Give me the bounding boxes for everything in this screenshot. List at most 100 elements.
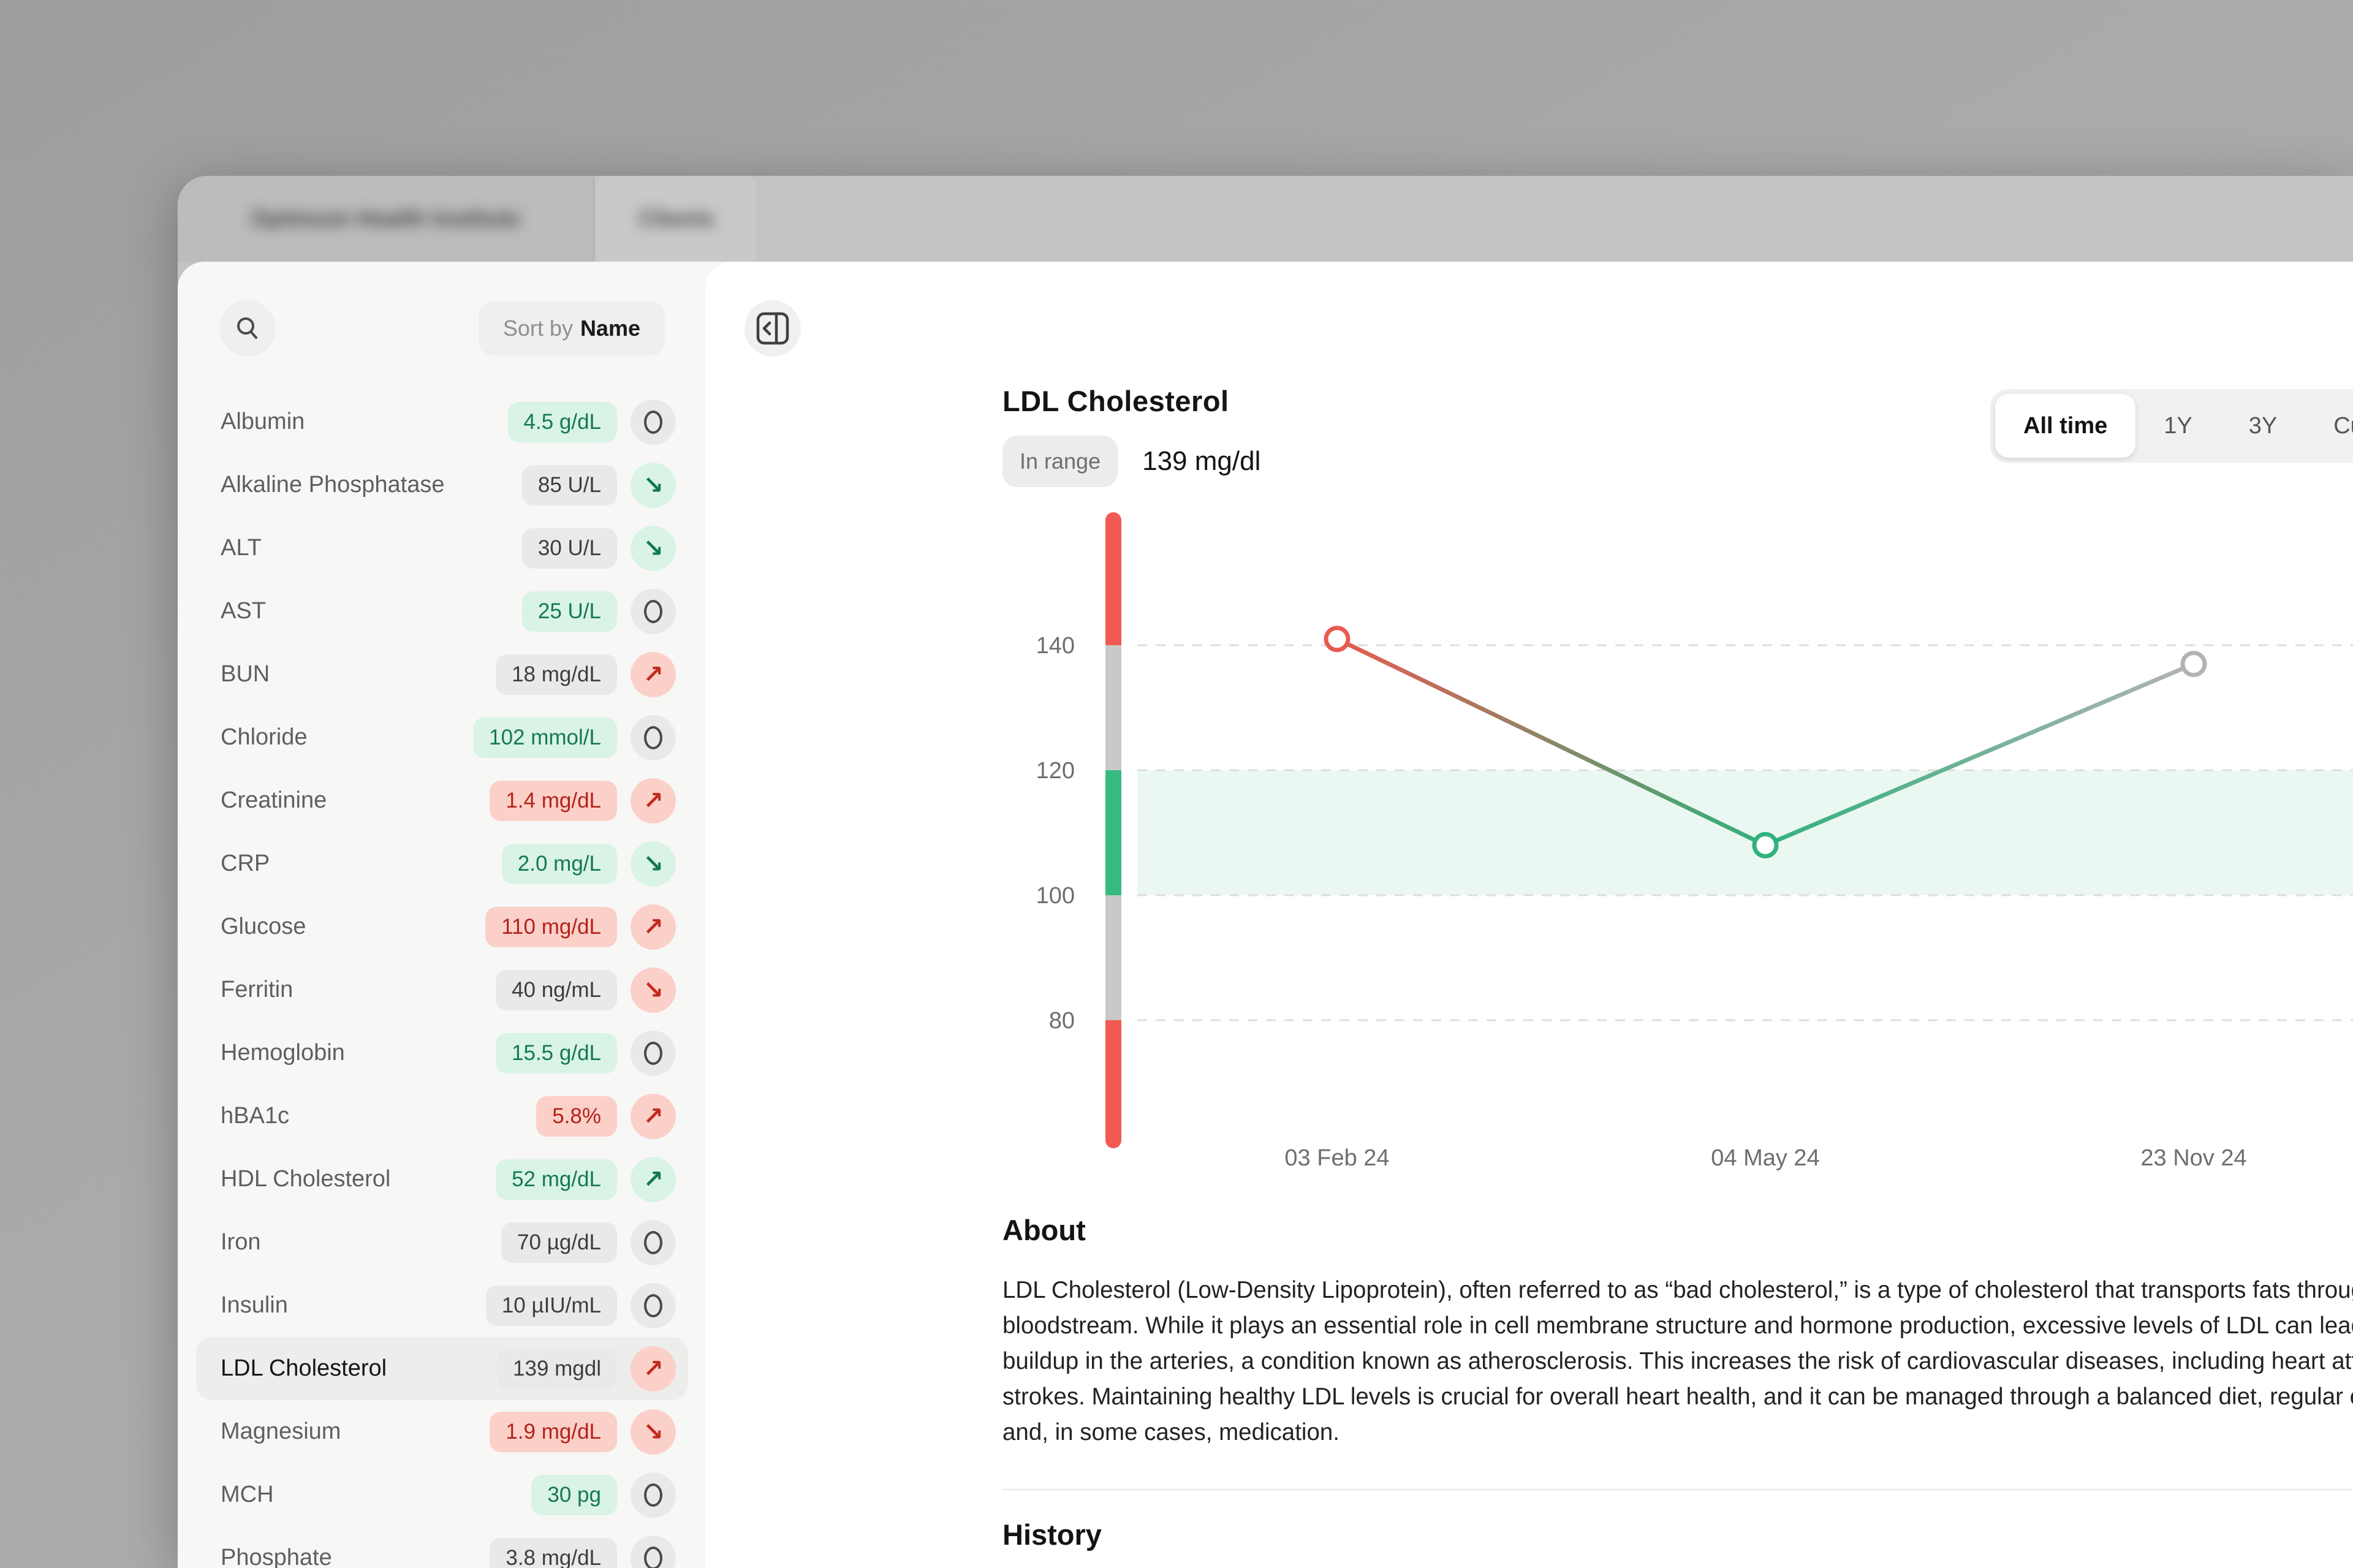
trend-up-icon: ↗ — [631, 778, 676, 824]
list-item[interactable]: ALT 30 U/L ↘ — [196, 517, 688, 580]
list-item[interactable]: AST 25 U/L — [196, 580, 688, 643]
list-item[interactable]: Hemoglobin 15.5 g/dL — [196, 1021, 688, 1085]
tab-clients[interactable]: Clients — [597, 176, 756, 262]
svg-text:03 Feb 24: 03 Feb 24 — [1284, 1145, 1389, 1171]
list-item[interactable]: Albumin4.5 g/dL — [196, 390, 688, 453]
metric-value-pill: 85 U/L — [522, 465, 617, 506]
metric-value-pill: 10 µIU/mL — [486, 1286, 617, 1326]
trend-up-icon: ↗ — [631, 1094, 676, 1139]
section-divider — [1002, 1489, 2353, 1490]
collapse-sidebar-button[interactable] — [745, 300, 801, 357]
list-item[interactable]: Phosphate 3.8 mg/dL — [196, 1526, 688, 1568]
app-window: Optimum Health Institute Clients Sort by… — [178, 176, 2353, 1568]
metric-value-pill: 30 pg — [531, 1475, 617, 1515]
list-item[interactable]: Ferritin 40 ng/mL ↘ — [196, 958, 688, 1021]
sort-prefix: Sort by — [503, 316, 573, 341]
metric-name: Ferritin — [221, 977, 293, 1003]
trend-down-icon: ↘ — [631, 463, 676, 508]
time-range-custom[interactable]: Custom — [2305, 394, 2353, 458]
metric-value-pill: 25 U/L — [522, 591, 617, 632]
metric-name: HDL Cholesterol — [221, 1166, 390, 1192]
list-item[interactable]: Creatinine 1.4 mg/dL ↗ — [196, 769, 688, 832]
trend-up-icon: ↗ — [631, 652, 676, 697]
list-item[interactable]: Insulin 10 µIU/mL — [196, 1274, 688, 1337]
time-range-3y[interactable]: 3Y — [2221, 394, 2305, 458]
list-item[interactable]: Chloride 102 mmol/L — [196, 706, 688, 769]
metric-value-pill: 1.4 mg/dL — [490, 781, 617, 821]
svg-text:140: 140 — [1036, 633, 1075, 659]
list-item[interactable]: Iron70 µg/dL — [196, 1211, 688, 1274]
list-item[interactable]: Glucose 110 mg/dL ↗ — [196, 895, 688, 958]
current-value: 139 mg/dl — [1142, 446, 1260, 477]
trend-flat-icon — [631, 1283, 676, 1328]
trend-down-icon: ↘ — [631, 526, 676, 571]
svg-text:120: 120 — [1036, 758, 1075, 784]
metric-value-pill: 4.5 g/dL — [508, 402, 618, 442]
trend-down-icon: ↘ — [631, 968, 676, 1013]
list-item[interactable]: BUN 18 mg/dL ↗ — [196, 643, 688, 706]
status-badge: In range — [1002, 436, 1118, 487]
svg-text:80: 80 — [1049, 1008, 1075, 1034]
trend-flat-icon — [631, 1220, 676, 1265]
metric-value-pill: 102 mmol/L — [473, 718, 617, 758]
ldl-trend-chart: 1401201008003 Feb 2404 May 2423 Nov 24 — [941, 494, 2353, 1205]
trend-flat-icon — [631, 1031, 676, 1076]
list-item[interactable]: LDL Cholesterol 139 mgdl ↗ — [196, 1337, 688, 1400]
history-heading: History — [1002, 1518, 1102, 1551]
metric-value-pill: 15.5 g/dL — [496, 1033, 617, 1074]
trend-down-icon: ↘ — [631, 1409, 676, 1455]
trend-flat-icon — [631, 1536, 676, 1568]
metric-name: Magnesium — [221, 1418, 341, 1445]
list-item[interactable]: Magnesium 1.9 mg/dL ↘ — [196, 1400, 688, 1463]
about-text: LDL Cholesterol (Low-Density Lipoprotein… — [1002, 1273, 2353, 1450]
tab-workspace[interactable]: Optimum Health Institute — [178, 176, 594, 262]
metric-name: Glucose — [221, 914, 306, 940]
metrics-sidebar: Sort by Name Albumin4.5 g/dLAlkaline Pho… — [178, 262, 705, 1568]
trend-flat-icon — [631, 589, 676, 634]
time-range-all-time[interactable]: All time — [1995, 394, 2135, 458]
trend-up-icon: ↗ — [631, 904, 676, 950]
metric-value-pill: 30 U/L — [522, 528, 617, 569]
list-item[interactable]: HDL Cholesterol 52 mg/dL ↗ — [196, 1148, 688, 1211]
main-panel: LDL Cholesterol In range 139 mg/dl All t… — [705, 262, 2353, 1568]
trend-up-icon: ↗ — [631, 1157, 676, 1202]
metric-value-pill: 1.9 mg/dL — [490, 1412, 617, 1452]
metric-name: Chloride — [221, 724, 308, 751]
list-item[interactable]: hBA1c5.8%↗ — [196, 1085, 688, 1148]
metric-name: Phosphate — [221, 1545, 332, 1568]
trend-up-icon: ↗ — [631, 1346, 676, 1392]
time-range-control: All time1Y3YCustom — [1990, 389, 2353, 463]
metric-name: ALT — [221, 535, 262, 561]
metric-value-pill: 139 mgdl — [497, 1349, 617, 1389]
metric-name: Hemoglobin — [221, 1040, 345, 1066]
list-item[interactable]: MCH30 pg — [196, 1463, 688, 1526]
svg-text:100: 100 — [1036, 883, 1075, 909]
sort-value: Name — [580, 316, 640, 341]
metric-value-pill: 110 mg/dL — [485, 907, 617, 947]
trend-flat-icon — [631, 400, 676, 445]
list-item[interactable]: Alkaline Phosphatase 85 U/L ↘ — [196, 453, 688, 517]
window-tabbar: Optimum Health Institute Clients — [178, 176, 2353, 262]
search-icon — [234, 315, 261, 342]
metric-value-pill: 18 mg/dL — [496, 654, 617, 695]
sort-button[interactable]: Sort by Name — [479, 301, 665, 355]
metric-value-pill: 40 ng/mL — [496, 970, 617, 1010]
metric-value-pill: 3.8 mg/dL — [490, 1538, 617, 1568]
metric-name: LDL Cholesterol — [221, 1355, 387, 1382]
metric-name: CRP — [221, 850, 270, 877]
metric-name: Alkaline Phosphatase — [221, 472, 444, 498]
search-button[interactable] — [219, 300, 276, 357]
tab-clients-label: Clients — [638, 206, 714, 232]
metric-name: BUN — [221, 661, 270, 687]
metric-value-pill: 52 mg/dL — [496, 1159, 617, 1200]
app-body: Sort by Name Albumin4.5 g/dLAlkaline Pho… — [178, 262, 2353, 1568]
trend-flat-icon — [631, 1472, 676, 1518]
svg-text:23 Nov 24: 23 Nov 24 — [2140, 1145, 2246, 1171]
list-item[interactable]: CRP2.0 mg/L↘ — [196, 832, 688, 895]
metric-name: Creatinine — [221, 787, 327, 814]
metric-value-pill: 70 µg/dL — [501, 1222, 617, 1263]
metric-name: AST — [221, 598, 266, 624]
time-range-1y[interactable]: 1Y — [2135, 394, 2220, 458]
metric-name: hBA1c — [221, 1103, 289, 1129]
metric-name: Insulin — [221, 1292, 288, 1319]
